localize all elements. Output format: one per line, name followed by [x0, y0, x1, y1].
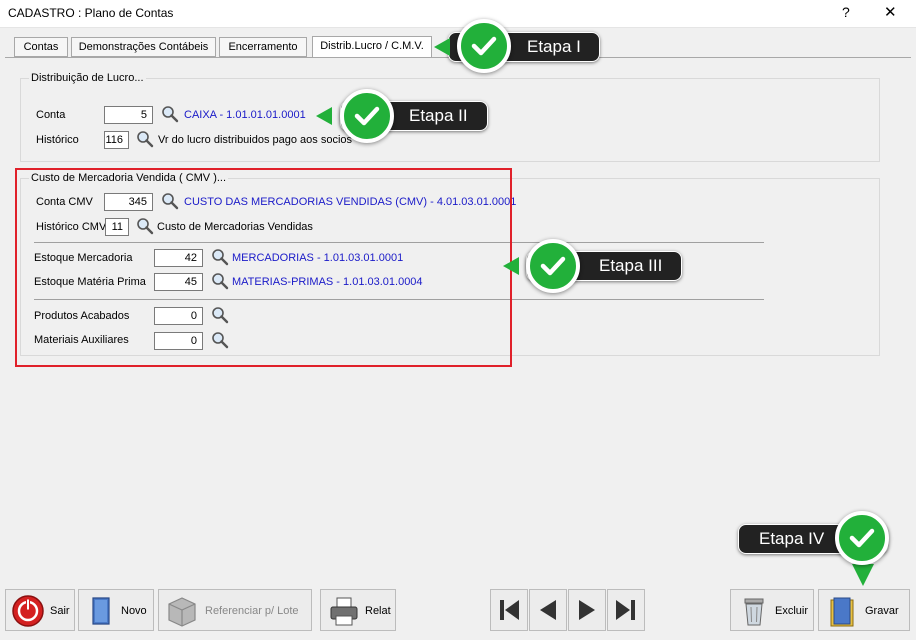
novo-button[interactable]: Novo — [78, 589, 154, 631]
check-icon — [835, 511, 889, 565]
historico-description: Vr do lucro distribuidos pago aos socios — [158, 134, 353, 146]
check-icon — [457, 19, 511, 73]
historico-label: Histórico — [36, 134, 79, 146]
close-button[interactable]: ✕ — [884, 3, 897, 21]
callout-etapa-2-text: Etapa II — [409, 106, 468, 125]
excluir-button[interactable]: Excluir — [730, 589, 814, 631]
relat-label: Relat — [365, 605, 391, 617]
callout-etapa-1-text: Etapa I — [527, 37, 581, 56]
highlight-box — [15, 168, 512, 367]
arrow-pointer — [503, 257, 519, 275]
search-icon[interactable] — [161, 105, 179, 123]
arrow-pointer — [316, 107, 332, 125]
conta-field[interactable]: 5 — [104, 106, 153, 124]
previous-icon — [540, 600, 556, 620]
check-icon — [526, 239, 580, 293]
last-record-button[interactable] — [607, 589, 645, 631]
previous-record-button[interactable] — [529, 589, 567, 631]
group-legend-lucro: Distribuição de Lucro... — [29, 72, 146, 84]
referenciar-lote-button[interactable]: Referenciar p/ Lote — [158, 589, 312, 631]
new-document-icon — [92, 597, 110, 625]
window-title: CADASTRO : Plano de Contas — [8, 6, 174, 20]
arrow-pointer — [434, 38, 450, 56]
title-bar: CADASTRO : Plano de Contas ? ✕ — [0, 0, 916, 28]
conta-label: Conta — [36, 109, 66, 121]
trash-icon — [744, 598, 764, 626]
printer-icon — [330, 597, 358, 626]
excluir-label: Excluir — [775, 605, 809, 617]
callout-etapa-4-text: Etapa IV — [759, 529, 825, 548]
gravar-label: Gravar — [865, 605, 899, 617]
referenciar-label: Referenciar p/ Lote — [205, 605, 299, 617]
search-icon[interactable] — [136, 130, 154, 148]
tab-distrib-lucro-cmv[interactable]: Distrib.Lucro / C.M.V. — [312, 36, 432, 58]
tab-encerramento[interactable]: Encerramento — [219, 37, 307, 57]
power-icon — [12, 595, 44, 627]
callout-etapa-3-text: Etapa III — [599, 256, 663, 275]
next-icon — [579, 600, 595, 620]
conta-description: CAIXA - 1.01.01.01.0001 — [184, 109, 306, 121]
novo-label: Novo — [121, 605, 147, 617]
save-icon — [830, 597, 854, 627]
help-button[interactable]: ? — [842, 4, 850, 20]
first-record-button[interactable] — [490, 589, 528, 631]
arrow-pointer — [852, 564, 874, 586]
sair-button[interactable]: Sair — [5, 589, 75, 631]
first-icon — [500, 600, 519, 620]
next-record-button[interactable] — [568, 589, 606, 631]
gravar-button[interactable]: Gravar — [818, 589, 910, 631]
check-icon — [340, 89, 394, 143]
relat-button[interactable]: Relat — [320, 589, 396, 631]
sair-label: Sair — [50, 605, 70, 617]
last-icon — [616, 600, 635, 620]
package-icon — [168, 597, 196, 627]
tab-demonstracoes[interactable]: Demonstrações Contábeis — [71, 37, 216, 57]
tab-contas[interactable]: Contas — [14, 37, 68, 57]
historico-field[interactable]: 116 — [104, 131, 129, 149]
